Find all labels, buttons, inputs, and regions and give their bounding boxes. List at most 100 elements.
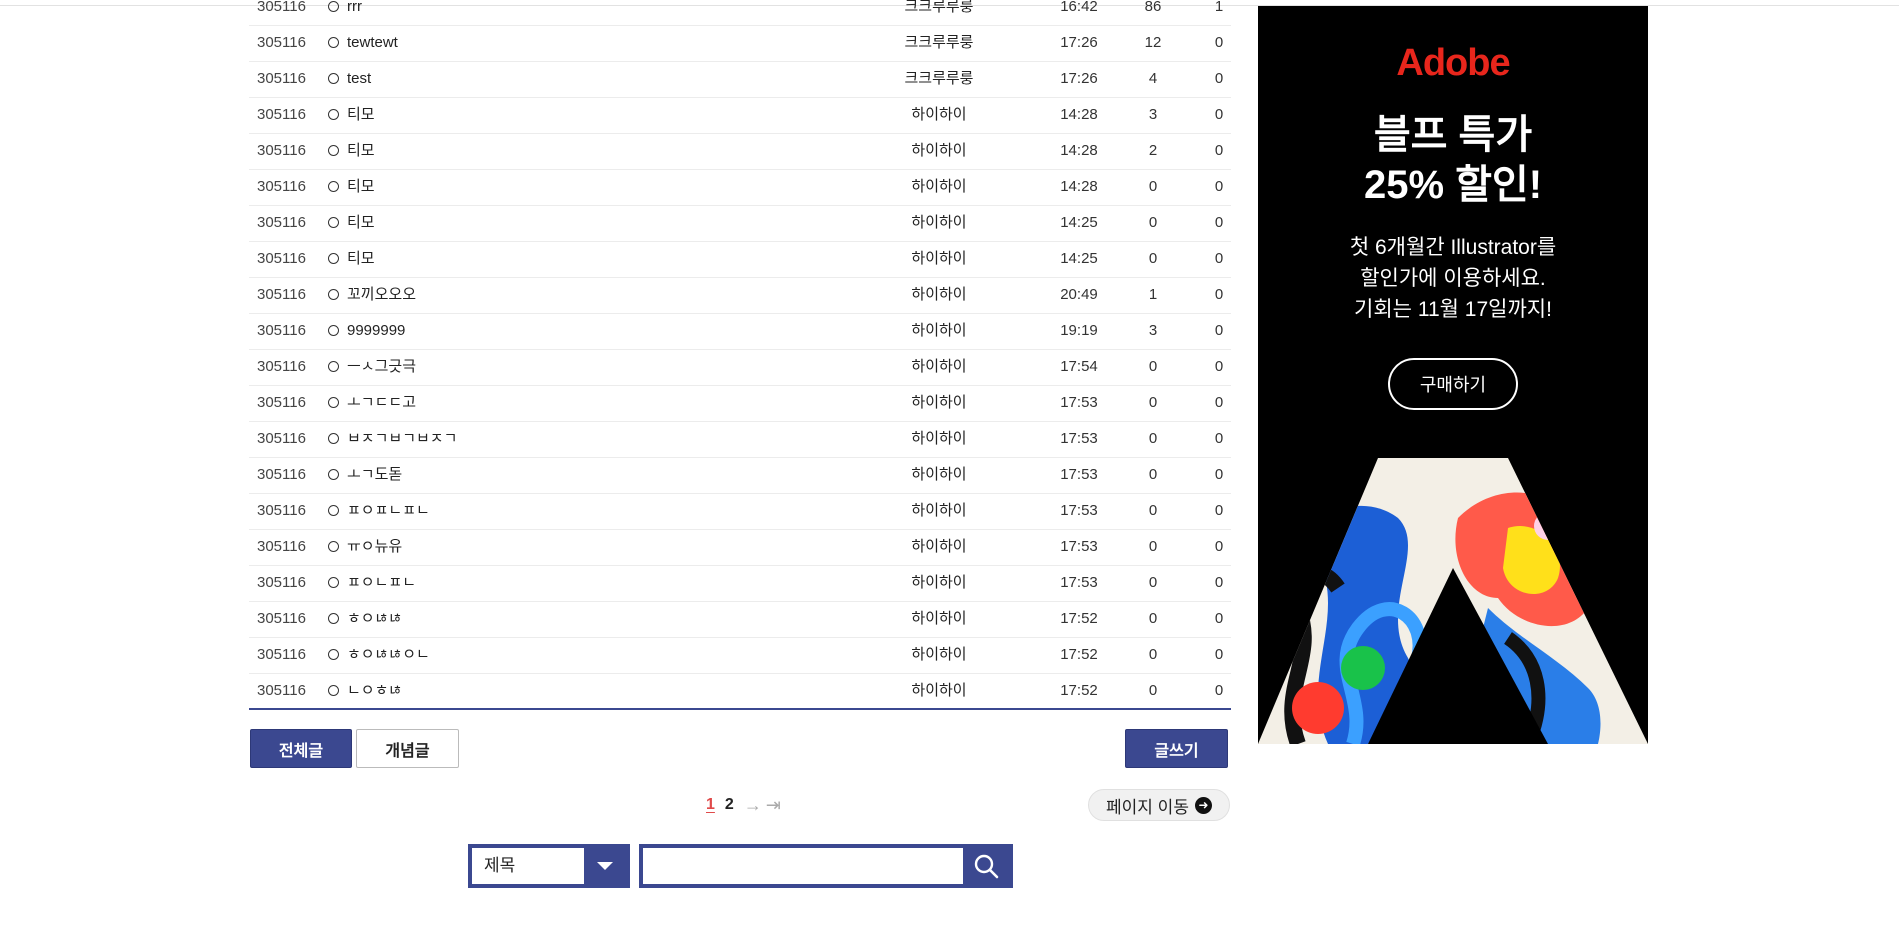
post-recommend: 0 <box>1214 142 1224 159</box>
table-row[interactable]: 305116 9999999 하이하이 19:19 3 0 <box>249 313 1231 350</box>
post-title[interactable]: 티모 <box>347 97 375 133</box>
table-row[interactable]: 305116 ㅎㅇㄶㄶㅇㄴ 하이하이 17:52 0 0 <box>249 637 1231 674</box>
table-row[interactable]: 305116 티모 하이하이 14:28 0 0 <box>249 169 1231 206</box>
post-writer[interactable]: 하이하이 <box>874 205 1004 241</box>
dropdown-arrow-icon[interactable] <box>584 848 626 884</box>
table-row[interactable]: 305116 티모 하이하이 14:28 3 0 <box>249 97 1231 134</box>
post-writer[interactable]: 하이하이 <box>874 673 1004 709</box>
post-writer[interactable]: 하이하이 <box>874 457 1004 493</box>
search-input[interactable] <box>647 851 967 881</box>
ad-buy-button[interactable]: 구매하기 <box>1388 358 1518 410</box>
post-date: 17:54 <box>1060 358 1098 375</box>
table-row[interactable]: 305116 ㄴㅇㅎㄶ 하이하이 17:52 0 0 <box>249 673 1231 710</box>
post-recommend: 0 <box>1214 250 1224 267</box>
table-row[interactable]: 305116 ㅠㅇ뉴유 하이하이 17:53 0 0 <box>249 529 1231 566</box>
table-row[interactable]: 305116 ㅍㅇㅍㄴㅍㄴ 하이하이 17:53 0 0 <box>249 493 1231 530</box>
post-writer[interactable]: 하이하이 <box>874 565 1004 601</box>
ad-headline: 블프 특가 25% 할인! <box>1258 110 1648 210</box>
table-row[interactable]: 305116 ㅗㄱ도돋 하이하이 17:53 0 0 <box>249 457 1231 494</box>
table-row[interactable]: 305116 ㅂㅈㄱㅂㄱㅂㅈㄱ 하이하이 17:53 0 0 <box>249 421 1231 458</box>
last-page-icon[interactable]: ⇥ <box>766 795 781 816</box>
post-title[interactable]: ㅗㄱ도돋 <box>347 457 402 493</box>
post-title[interactable]: 9999999 <box>347 313 405 349</box>
table-row[interactable]: 305116 ㅗㄱㄷㄷ고 하이하이 17:53 0 0 <box>249 385 1231 422</box>
table-row[interactable]: 305116 ㅍㅇㄴㅍㄴ 하이하이 17:53 0 0 <box>249 565 1231 602</box>
post-recommend: 0 <box>1214 106 1224 123</box>
post-writer[interactable]: 하이하이 <box>874 349 1004 385</box>
table-row[interactable]: 305116 ㅡㅅ그긋극 하이하이 17:54 0 0 <box>249 349 1231 386</box>
post-title[interactable]: ㅠㅇ뉴유 <box>347 529 402 565</box>
post-title[interactable]: tewtewt <box>347 25 398 61</box>
post-writer[interactable]: 하이하이 <box>874 529 1004 565</box>
comment-bubble-icon <box>328 37 339 48</box>
post-writer[interactable]: 크크루루룽 <box>874 0 1004 25</box>
search-type-select[interactable]: 제목 <box>468 844 630 888</box>
post-title[interactable]: rrr <box>347 0 362 25</box>
post-title[interactable]: ㅍㅇㅍㄴㅍㄴ <box>347 493 430 529</box>
write-button[interactable]: 글쓰기 <box>1125 729 1228 768</box>
post-writer[interactable]: 크크루루룽 <box>874 25 1004 61</box>
table-row[interactable]: 305116 티모 하이하이 14:28 2 0 <box>249 133 1231 170</box>
post-views: 0 <box>1148 250 1158 267</box>
search-button[interactable] <box>963 848 1009 884</box>
table-row[interactable]: 305116 test 크크루루룽 17:26 4 0 <box>249 61 1231 98</box>
post-recommend: 0 <box>1214 538 1224 555</box>
post-date: 17:26 <box>1060 34 1098 51</box>
post-title[interactable]: ㄴㅇㅎㄶ <box>347 673 402 709</box>
post-number: 305116 <box>257 322 306 339</box>
post-views: 0 <box>1148 394 1158 411</box>
post-writer[interactable]: 크크루루룽 <box>874 61 1004 97</box>
post-title[interactable]: 티모 <box>347 205 375 241</box>
adobe-logo: Adobe <box>1396 42 1510 84</box>
adobe-ad-banner[interactable]: Adobe 블프 특가 25% 할인! 첫 6개월간 Illustrator를 … <box>1258 6 1648 744</box>
post-number: 305116 <box>257 574 306 591</box>
table-row[interactable]: 305116 rrr 크크루루룽 16:42 86 1 <box>249 0 1231 26</box>
comment-bubble-icon <box>328 1 339 12</box>
post-title[interactable]: 꼬끼오오오 <box>347 277 416 313</box>
comment-bubble-icon <box>328 613 339 624</box>
post-title[interactable]: ㅡㅅ그긋극 <box>347 349 416 385</box>
post-date: 20:49 <box>1060 286 1098 303</box>
ad-headline-line2: 25% 할인! <box>1363 163 1543 207</box>
concept-posts-button[interactable]: 개념글 <box>356 729 459 768</box>
table-row[interactable]: 305116 ㅎㅇㄶㄶ 하이하이 17:52 0 0 <box>249 601 1231 638</box>
post-date: 19:19 <box>1060 322 1098 339</box>
post-title[interactable]: 티모 <box>347 169 375 205</box>
post-title[interactable]: ㅍㅇㄴㅍㄴ <box>347 565 416 601</box>
post-writer[interactable]: 하이하이 <box>874 493 1004 529</box>
post-views: 1 <box>1148 286 1158 303</box>
post-title[interactable]: ㅎㅇㄶㄶㅇㄴ <box>347 637 430 673</box>
post-title[interactable]: ㅗㄱㄷㄷ고 <box>347 385 416 421</box>
page-current[interactable]: 1 <box>706 796 715 814</box>
ad-description: 첫 6개월간 Illustrator를 할인가에 이용하세요. 기회는 11월 … <box>1258 232 1648 325</box>
post-writer[interactable]: 하이하이 <box>874 133 1004 169</box>
post-title[interactable]: test <box>347 61 371 97</box>
post-writer[interactable]: 하이하이 <box>874 97 1004 133</box>
post-recommend: 0 <box>1214 430 1224 447</box>
post-writer[interactable]: 하이하이 <box>874 601 1004 637</box>
post-writer[interactable]: 하이하이 <box>874 169 1004 205</box>
next-arrow-icon[interactable]: → <box>744 795 762 816</box>
page-link[interactable]: 2 <box>725 796 734 814</box>
comment-bubble-icon <box>328 577 339 588</box>
table-row[interactable]: 305116 tewtewt 크크루루룽 17:26 12 0 <box>249 25 1231 62</box>
all-posts-button[interactable]: 전체글 <box>250 729 352 768</box>
post-title[interactable]: 티모 <box>347 133 375 169</box>
post-title[interactable]: ㅎㅇㄶㄶ <box>347 601 402 637</box>
post-writer[interactable]: 하이하이 <box>874 241 1004 277</box>
post-writer[interactable]: 하이하이 <box>874 637 1004 673</box>
post-writer[interactable]: 하이하이 <box>874 277 1004 313</box>
comment-bubble-icon <box>328 217 339 228</box>
post-recommend: 0 <box>1214 34 1224 51</box>
post-title[interactable]: ㅂㅈㄱㅂㄱㅂㅈㄱ <box>347 421 457 457</box>
post-title[interactable]: 티모 <box>347 241 375 277</box>
page-move-button[interactable]: 페이지 이동 ➜ <box>1088 789 1230 821</box>
table-row[interactable]: 305116 꼬끼오오오 하이하이 20:49 1 0 <box>249 277 1231 314</box>
post-number: 305116 <box>257 466 306 483</box>
ad-desc-line2: 할인가에 이용하세요. <box>1360 267 1546 290</box>
post-writer[interactable]: 하이하이 <box>874 313 1004 349</box>
table-row[interactable]: 305116 티모 하이하이 14:25 0 0 <box>249 205 1231 242</box>
post-writer[interactable]: 하이하이 <box>874 385 1004 421</box>
post-writer[interactable]: 하이하이 <box>874 421 1004 457</box>
table-row[interactable]: 305116 티모 하이하이 14:25 0 0 <box>249 241 1231 278</box>
